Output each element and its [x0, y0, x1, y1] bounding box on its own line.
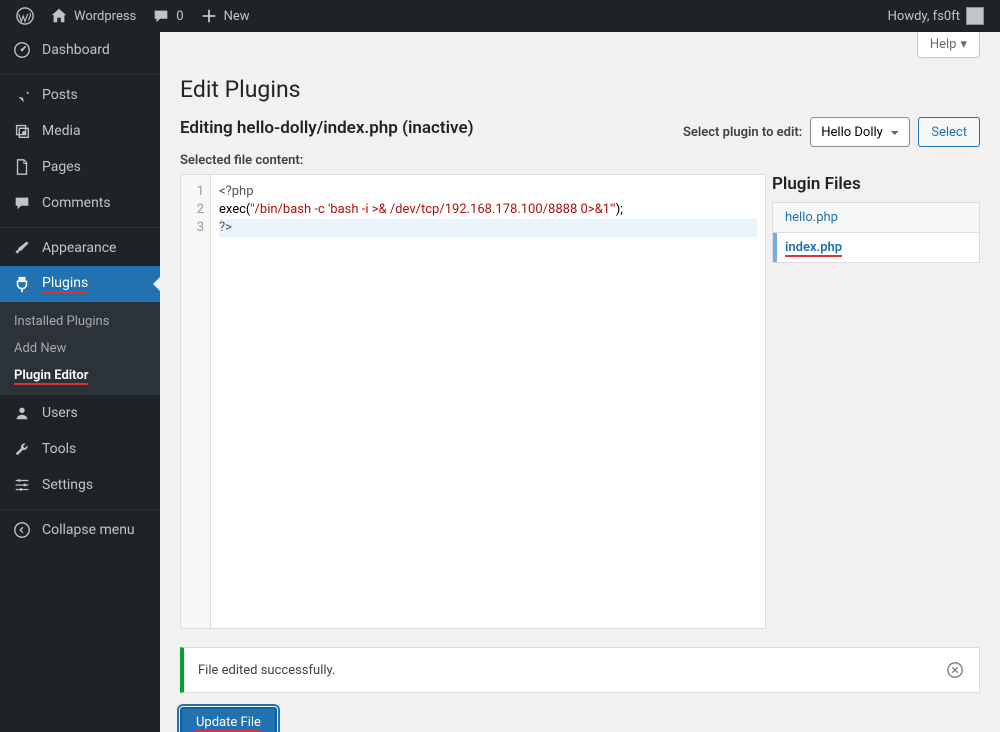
collapse-icon	[12, 520, 32, 540]
plug-icon	[12, 274, 32, 294]
comment-icon	[12, 193, 32, 213]
howdy-text: Howdy, fs0ft	[888, 9, 960, 24]
submenu-plugin-editor[interactable]: Plugin Editor	[0, 362, 160, 389]
media-icon	[12, 121, 32, 141]
wp-logo[interactable]	[8, 0, 42, 32]
comments-link[interactable]: 0	[144, 0, 191, 32]
plugin-files-heading: Plugin Files	[772, 174, 980, 194]
menu-tools[interactable]: Tools	[0, 431, 160, 467]
new-label: New	[224, 9, 250, 24]
file-item[interactable]: index.php	[773, 233, 979, 262]
chevron-down-icon: ▾	[960, 37, 967, 52]
menu-appearance[interactable]: Appearance	[0, 230, 160, 266]
comment-icon	[152, 7, 170, 25]
selected-file-label: Selected file content:	[180, 153, 980, 168]
menu-settings[interactable]: Settings	[0, 467, 160, 503]
success-notice: File edited successfully.	[180, 647, 980, 693]
dismiss-notice-button[interactable]	[945, 660, 965, 680]
sliders-icon	[12, 475, 32, 495]
update-file-button[interactable]: Update File	[180, 707, 277, 732]
dashboard-icon	[12, 40, 32, 60]
menu-dashboard[interactable]: Dashboard	[0, 32, 160, 68]
wordpress-icon	[16, 7, 34, 25]
code-editor[interactable]: 1 2 3 <?php exec("/bin/bash -c 'bash -i …	[180, 174, 766, 629]
plus-icon	[200, 7, 218, 25]
pin-icon	[12, 85, 32, 105]
menu-posts[interactable]: Posts	[0, 77, 160, 113]
collapse-menu[interactable]: Collapse menu	[0, 512, 160, 548]
wrench-icon	[12, 439, 32, 459]
home-icon	[50, 7, 68, 25]
submenu-add-new[interactable]: Add New	[0, 335, 160, 362]
comments-count: 0	[176, 9, 183, 24]
page-title: Edit Plugins	[180, 76, 980, 103]
avatar	[966, 7, 984, 25]
menu-plugins[interactable]: Plugins	[0, 266, 160, 302]
site-name-link[interactable]: Wordpress	[42, 0, 144, 32]
notice-text: File edited successfully.	[198, 663, 335, 678]
menu-comments[interactable]: Comments	[0, 185, 160, 221]
brush-icon	[12, 238, 32, 258]
new-content-link[interactable]: New	[192, 0, 258, 32]
page-icon	[12, 157, 32, 177]
close-icon	[946, 661, 964, 679]
select-button[interactable]: Select	[918, 117, 980, 147]
select-plugin-label: Select plugin to edit:	[683, 125, 802, 140]
site-name: Wordpress	[74, 9, 136, 24]
my-account[interactable]: Howdy, fs0ft	[880, 0, 992, 32]
editing-subheading: Editing hello-dolly/index.php (inactive)	[180, 118, 474, 138]
menu-media[interactable]: Media	[0, 113, 160, 149]
user-icon	[12, 403, 32, 423]
menu-users[interactable]: Users	[0, 395, 160, 431]
plugin-select[interactable]: Hello Dolly	[810, 117, 910, 147]
line-gutter: 1 2 3	[181, 175, 211, 628]
file-item[interactable]: hello.php	[773, 203, 979, 233]
help-tab[interactable]: Help ▾	[917, 32, 980, 58]
submenu-installed-plugins[interactable]: Installed Plugins	[0, 308, 160, 335]
menu-pages[interactable]: Pages	[0, 149, 160, 185]
